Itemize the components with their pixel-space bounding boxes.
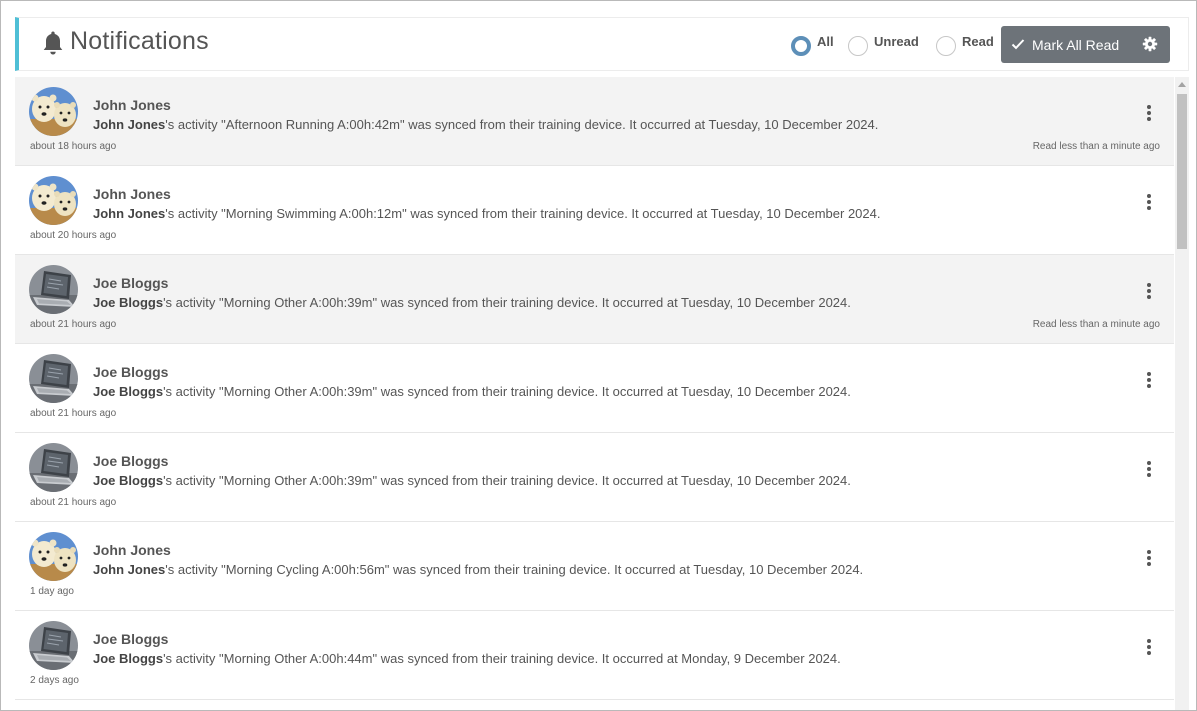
filter-read-radio[interactable]: Read: [936, 18, 994, 70]
notification-actor: John Jones: [93, 562, 166, 577]
avatar: [29, 354, 78, 403]
notification-timestamp: about 21 hours ago: [30, 408, 117, 419]
notification-text: 's activity "Morning Cycling A:00h:56m" …: [165, 562, 864, 577]
notification-item[interactable]: John Jones John Jones's activity "Morning…: [15, 522, 1174, 611]
notification-sender-name[interactable]: Joe Bloggs: [93, 453, 168, 469]
notification-actor: John Jones: [93, 117, 166, 132]
notification-list: John Jones John Jones's activity "Afterno…: [15, 77, 1174, 710]
kebab-menu-icon[interactable]: [1145, 105, 1153, 121]
mark-all-read-label: Mark All Read: [1032, 37, 1120, 53]
mark-all-read-button[interactable]: Mark All Read: [1001, 26, 1170, 63]
notification-message: John Jones's activity "Afternoon Running…: [93, 117, 878, 132]
notification-message: John Jones's activity "Morning Swimming …: [93, 206, 881, 221]
notification-timestamp: about 20 hours ago: [30, 230, 117, 241]
notification-timestamp: 1 day ago: [30, 586, 74, 597]
radio-button[interactable]: [848, 36, 868, 56]
notification-actor: Joe Bloggs: [93, 295, 164, 310]
notification-message: Joe Bloggs's activity "Morning Other A:0…: [93, 473, 851, 488]
filter-label: Read: [962, 33, 994, 49]
notification-timestamp: 2 days ago: [30, 675, 79, 686]
radio-button[interactable]: [791, 36, 811, 56]
check-icon: [1011, 39, 1025, 50]
notification-text: 's activity "Afternoon Running A:00h:42m…: [165, 117, 879, 132]
notification-sender-name[interactable]: John Jones: [93, 186, 171, 202]
notification-timestamp: about 21 hours ago: [30, 319, 117, 330]
radio-button[interactable]: [936, 36, 956, 56]
filter-label: Unread: [874, 33, 919, 49]
scrollbar-thumb[interactable]: [1177, 94, 1187, 249]
avatar: [29, 87, 78, 136]
scroll-up-arrow-icon[interactable]: [1178, 82, 1186, 87]
notification-actor: Joe Bloggs: [93, 384, 164, 399]
avatar: [29, 621, 78, 670]
scrollbar[interactable]: [1175, 77, 1189, 710]
notification-timestamp: about 21 hours ago: [30, 497, 117, 508]
notification-item[interactable]: Joe Bloggs Joe Bloggs's activity "Morning…: [15, 344, 1174, 433]
notifications-panel: Notifications All Unread Read Mark All R…: [0, 0, 1197, 711]
notification-sender-name[interactable]: Joe Bloggs: [93, 275, 168, 291]
notification-sender-name[interactable]: John Jones: [93, 542, 171, 558]
kebab-menu-icon[interactable]: [1145, 283, 1153, 299]
notification-message: Joe Bloggs's activity "Morning Other A:0…: [93, 384, 851, 399]
kebab-menu-icon[interactable]: [1145, 194, 1153, 210]
avatar: [29, 532, 78, 581]
avatar: [29, 443, 78, 492]
notification-sender-name[interactable]: Joe Bloggs: [93, 364, 168, 380]
kebab-menu-icon[interactable]: [1145, 639, 1153, 655]
notification-item[interactable]: John Jones John Jones's activity "Afterno…: [15, 77, 1174, 166]
filter-unread-radio[interactable]: Unread: [848, 18, 919, 70]
notification-text: 's activity "Morning Other A:00h:44m" wa…: [163, 651, 841, 666]
notification-text: 's activity "Morning Other A:00h:39m" wa…: [163, 384, 851, 399]
notification-item[interactable]: Joe Bloggs Joe Bloggs's activity "Morning…: [15, 433, 1174, 522]
notification-actor: Joe Bloggs: [93, 651, 164, 666]
notification-item[interactable]: Joe Bloggs Joe Bloggs's activity "Morning…: [15, 255, 1174, 344]
notification-actor: Joe Bloggs: [93, 473, 164, 488]
notification-item[interactable]: John Jones John Jones's activity "Morning…: [15, 166, 1174, 255]
notification-item[interactable]: Joe Bloggs Joe Bloggs's activity "Morning…: [15, 611, 1174, 700]
filter-label: All: [817, 33, 834, 49]
kebab-menu-icon[interactable]: [1145, 372, 1153, 388]
avatar: [29, 176, 78, 225]
notification-message: Joe Bloggs's activity "Morning Other A:0…: [93, 295, 851, 310]
notification-actor: John Jones: [93, 206, 166, 221]
avatar: [29, 265, 78, 314]
notification-message: Joe Bloggs's activity "Morning Other A:0…: [93, 651, 841, 666]
notification-sender-name[interactable]: Joe Bloggs: [93, 631, 168, 647]
page-title: Notifications: [70, 27, 209, 55]
notification-timestamp: about 18 hours ago: [30, 141, 117, 152]
kebab-menu-icon[interactable]: [1145, 461, 1153, 477]
notification-message: John Jones's activity "Morning Cycling A…: [93, 562, 863, 577]
notifications-header: Notifications All Unread Read Mark All R…: [15, 17, 1189, 71]
notification-sender-name[interactable]: John Jones: [93, 97, 171, 113]
bell-icon: [43, 31, 63, 55]
read-status: Read less than a minute ago: [1032, 319, 1160, 330]
kebab-menu-icon[interactable]: [1145, 550, 1153, 566]
notification-text: 's activity "Morning Other A:00h:39m" wa…: [163, 295, 851, 310]
notification-text: 's activity "Morning Swimming A:00h:12m"…: [165, 206, 881, 221]
filter-all-radio[interactable]: All: [791, 18, 834, 70]
notification-text: 's activity "Morning Other A:00h:39m" wa…: [163, 473, 851, 488]
gear-icon[interactable]: [1142, 36, 1158, 52]
read-status: Read less than a minute ago: [1032, 141, 1160, 152]
